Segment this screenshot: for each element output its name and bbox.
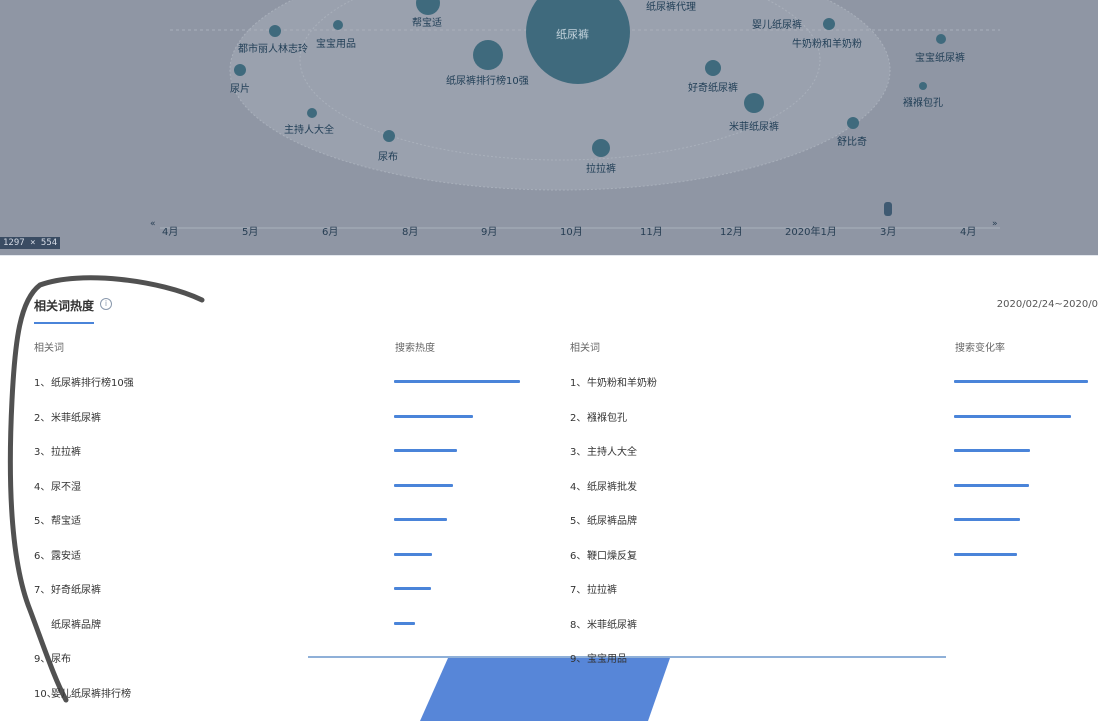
info-icon[interactable]: i xyxy=(100,298,112,310)
change-rate-bar xyxy=(954,380,1088,383)
right-row-word[interactable]: 宝宝用品 xyxy=(587,650,627,665)
bubble-chart-svg: « » xyxy=(150,0,1000,229)
bubble-label: 纸尿裤排行榜10强 xyxy=(446,76,529,87)
right-row-rank: 7、 xyxy=(570,585,587,596)
left-row-word[interactable]: 米菲纸尿裤 xyxy=(51,409,101,424)
bubble-label: 牛奶粉和羊奶粉 xyxy=(792,39,862,50)
left-row-word[interactable]: 纸尿裤排行榜10强 xyxy=(51,374,134,389)
bubble-chart-area: « » 纸尿裤 纸尿裤代理 帮宝适 婴儿纸尿裤 都市丽人林志玲 宝宝用品 牛奶粉… xyxy=(0,0,1098,255)
dimension-badge: 1297 × 554 xyxy=(0,237,61,249)
heat-bar xyxy=(394,621,416,625)
column-header-heat: 搜索热度 xyxy=(395,343,435,354)
bubble-label: 纸尿裤代理 xyxy=(646,2,696,13)
bubble-label: 婴儿纸尿裤 xyxy=(752,20,802,31)
left-row-rank: 7、 xyxy=(34,585,51,596)
column-header-word: 相关词 xyxy=(34,343,64,354)
timeline-month[interactable]: 8月 xyxy=(402,223,418,238)
bubble-label: 米菲纸尿裤 xyxy=(729,122,779,133)
right-row-rank: 2、 xyxy=(570,412,587,424)
bubble-label: 舒比奇 xyxy=(837,137,867,148)
bubble-label: 尿布 xyxy=(378,152,398,163)
svg-text:«: « xyxy=(150,219,156,229)
left-row-word[interactable]: 帮宝适 xyxy=(51,512,81,527)
change-rate-bar xyxy=(954,552,1017,556)
right-row-word[interactable]: 米菲纸尿裤 xyxy=(587,616,637,631)
column-header-rate: 搜索变化率 xyxy=(955,343,1005,354)
bubble-label: 拉拉裤 xyxy=(586,164,616,175)
timeline-month[interactable]: 12月 xyxy=(720,223,743,238)
heat-bar xyxy=(394,414,474,418)
left-row-rank: 1、 xyxy=(34,378,51,389)
column-header-word: 相关词 xyxy=(570,343,600,354)
heat-bar xyxy=(394,587,431,590)
left-row-word[interactable]: 露安适 xyxy=(51,547,81,562)
left-row-word[interactable]: 尿不湿 xyxy=(51,478,81,493)
change-rate-bar xyxy=(954,483,1030,487)
heat-bar xyxy=(394,380,520,383)
left-row-rank: 9、 xyxy=(34,654,51,665)
right-row-word[interactable]: 牛奶粉和羊奶粉 xyxy=(587,374,657,389)
change-rate-bar xyxy=(954,414,1071,418)
left-row-rank: 3、 xyxy=(34,447,51,458)
left-row-rank: 2、 xyxy=(34,412,51,424)
selection-highlight xyxy=(420,658,670,721)
heat-bar xyxy=(394,449,457,452)
bubble-label: 宝宝用品 xyxy=(316,39,356,50)
right-row-rank: 8、 xyxy=(570,619,587,631)
timeline-month[interactable]: 6月 xyxy=(322,223,338,238)
timeline-month[interactable]: 9月 xyxy=(481,223,497,238)
right-row-word[interactable]: 襁褓包孔 xyxy=(587,409,627,424)
right-row-rank: 5、 xyxy=(570,516,587,527)
right-row-rank: 3、 xyxy=(570,447,587,458)
right-row-rank: 4、 xyxy=(570,481,587,493)
timeline-month[interactable]: 4月 xyxy=(960,223,976,238)
timeline-handle xyxy=(884,202,892,216)
title-underline xyxy=(34,322,94,324)
panel-title: 相关词热度 xyxy=(34,299,95,313)
heat-bar xyxy=(394,552,432,556)
svg-text:»: » xyxy=(992,219,998,229)
bubble-label: 纸尿裤 xyxy=(556,28,589,41)
timeline-month[interactable]: 5月 xyxy=(242,223,258,238)
right-row-word[interactable]: 鞭口燥反复 xyxy=(587,547,637,562)
change-rate-bar xyxy=(954,518,1020,521)
right-row-word[interactable]: 拉拉裤 xyxy=(587,581,617,596)
bubble-label: 帮宝适 xyxy=(412,18,442,29)
date-range[interactable]: 2020/02/24~2020/0 xyxy=(997,299,1098,310)
left-row-word[interactable]: 纸尿裤品牌 xyxy=(51,616,101,631)
heat-bar xyxy=(394,518,447,521)
change-rate-bar xyxy=(954,449,1031,452)
left-row-rank: 6、 xyxy=(34,550,51,562)
bubble-label: 宝宝纸尿裤 xyxy=(915,53,965,64)
heat-bar xyxy=(394,483,454,487)
bubble-label: 主持人大全 xyxy=(284,125,334,136)
right-row-rank: 6、 xyxy=(570,550,587,562)
timeline-month[interactable]: 4月 xyxy=(162,223,178,238)
right-row-word[interactable]: 主持人大全 xyxy=(587,443,637,458)
left-row-word[interactable]: 尿布 xyxy=(51,650,71,665)
right-row-rank: 9、 xyxy=(570,654,587,665)
related-words-panel: 相关词热度 i 2020/02/24~2020/0 相关词 搜索热度 相关词 搜… xyxy=(0,255,1098,721)
right-row-word[interactable]: 纸尿裤品牌 xyxy=(587,512,637,527)
left-row-word[interactable]: 拉拉裤 xyxy=(51,443,81,458)
timeline-month[interactable]: 11月 xyxy=(640,223,663,238)
left-row-word[interactable]: 婴儿纸尿裤排行榜 xyxy=(51,685,131,700)
left-row-word[interactable]: 好奇纸尿裤 xyxy=(51,581,101,596)
bubble-label: 好奇纸尿裤 xyxy=(688,83,738,94)
left-row-rank: 4、 xyxy=(34,481,51,493)
left-row-rank: 5、 xyxy=(34,516,51,527)
timeline-month[interactable]: 2020年1月 xyxy=(785,223,837,238)
right-row-word[interactable]: 纸尿裤批发 xyxy=(587,478,637,493)
right-row-rank: 1、 xyxy=(570,378,587,389)
bubble-label: 襁褓包孔 xyxy=(903,98,943,109)
timeline-month[interactable]: 10月 xyxy=(560,223,583,238)
bubble-label: 都市丽人林志玲 xyxy=(238,44,308,55)
timeline-month[interactable]: 3月 xyxy=(880,223,896,238)
bubble-label: 尿片 xyxy=(230,84,250,95)
